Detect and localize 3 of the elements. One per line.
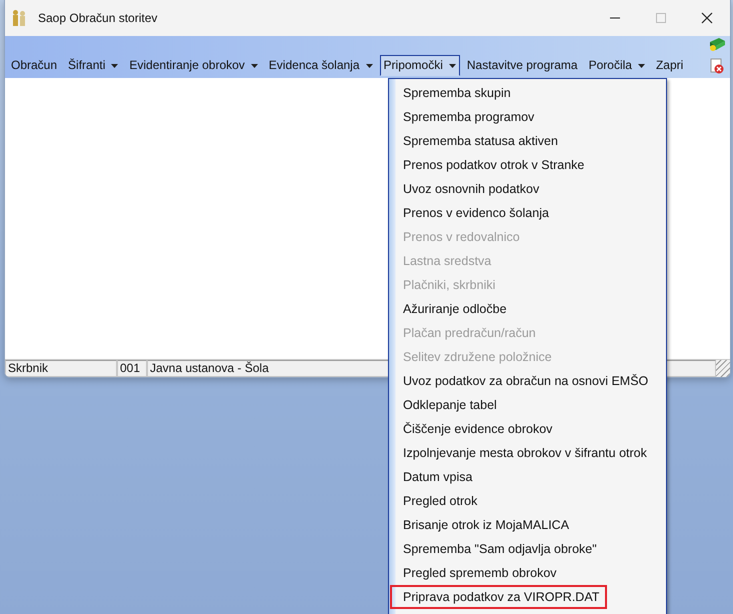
window-title: Saop Obračun storitev: [38, 11, 158, 25]
status-field: Skrbnik: [5, 360, 117, 377]
status-field: 001: [117, 360, 147, 377]
